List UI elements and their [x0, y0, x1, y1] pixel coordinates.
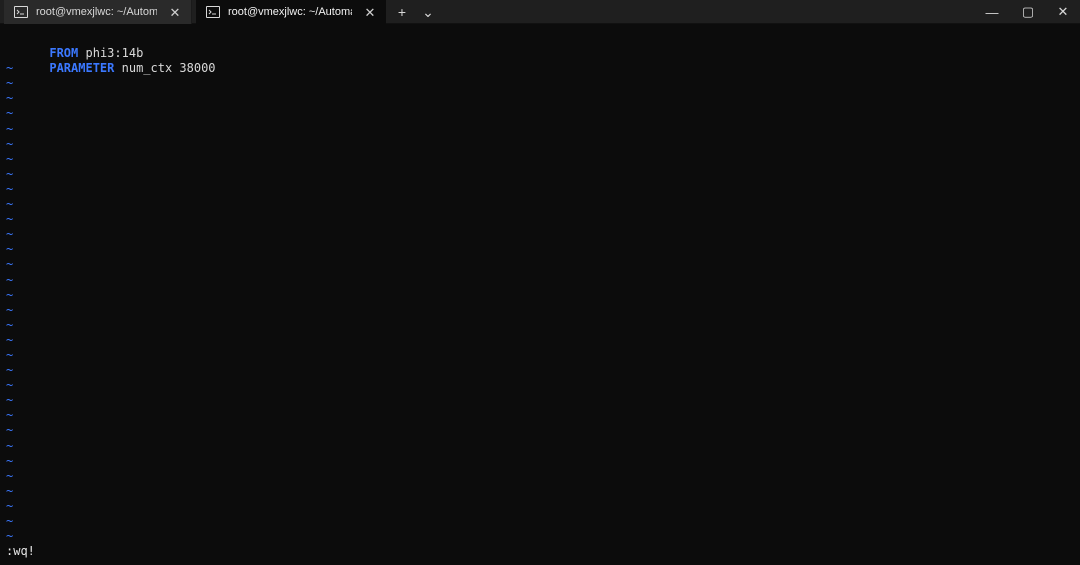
- new-tab-button[interactable]: +: [392, 2, 412, 22]
- tilde-marker: ~: [6, 483, 14, 498]
- close-window-button[interactable]: ✕: [1046, 0, 1080, 24]
- tilde-marker: ~: [6, 529, 14, 544]
- tab-1-title: root@vmexjlwc: ~/Automated: [36, 6, 157, 18]
- window-controls: — ▢ ✕: [974, 0, 1080, 24]
- editor-keyword: FROM: [49, 46, 79, 61]
- tilde-marker: ~: [6, 272, 14, 287]
- editor-text: phi3:14b: [78, 46, 144, 61]
- tilde-marker: ~: [6, 408, 14, 423]
- tilde-marker: ~: [6, 378, 14, 393]
- tilde-marker: ~: [6, 181, 14, 196]
- tilde-marker: ~: [6, 317, 14, 332]
- tilde-marker: ~: [6, 363, 14, 378]
- tab-actions: + ⌄: [392, 0, 438, 24]
- empty-line-markers: ~ ~ ~ ~ ~ ~ ~ ~ ~ ~ ~ ~ ~ ~ ~ ~ ~ ~ ~ ~ ~ ~ ~ ~ ~ ~ ~ ~ ~ ~ ~ ~: [6, 61, 1080, 544]
- tilde-marker: ~: [6, 498, 14, 513]
- tilde-marker: ~: [6, 423, 14, 438]
- tilde-marker: ~: [6, 76, 14, 91]
- tab-2[interactable]: root@vmexjlwc: ~/Automated ✕: [196, 0, 386, 24]
- editor-line: FROM phi3:14b: [6, 31, 1080, 60]
- tab-2-close-icon[interactable]: ✕: [362, 4, 378, 20]
- tilde-marker: ~: [6, 166, 14, 181]
- tilde-marker: ~: [6, 151, 14, 166]
- tilde-marker: ~: [6, 438, 14, 453]
- tab-dropdown-icon[interactable]: ⌄: [418, 2, 438, 22]
- tilde-marker: ~: [6, 453, 14, 468]
- tilde-marker: ~: [6, 302, 14, 317]
- tilde-marker: ~: [6, 91, 14, 106]
- tilde-marker: ~: [6, 332, 14, 347]
- tilde-marker: ~: [6, 287, 14, 302]
- editor-text: num_ctx 38000: [114, 61, 216, 76]
- maximize-button[interactable]: ▢: [1010, 0, 1046, 24]
- tab-1-close-icon[interactable]: ✕: [167, 4, 183, 20]
- tilde-marker: ~: [6, 393, 14, 408]
- tilde-marker: ~: [6, 106, 14, 121]
- terminal-window: root@vmexjlwc: ~/Automated ✕ root@vmexjl…: [0, 0, 1080, 565]
- editor-keyword: PARAMETER: [49, 61, 115, 76]
- tilde-marker: ~: [6, 136, 14, 151]
- editor-line: PARAMETER num_ctx 38000: [6, 46, 1080, 75]
- tilde-marker: ~: [6, 227, 14, 242]
- tilde-marker: ~: [6, 121, 14, 136]
- vim-command-line: :wq!: [6, 544, 35, 558]
- tilde-marker: ~: [6, 197, 14, 212]
- minimize-button[interactable]: —: [974, 0, 1010, 24]
- tilde-marker: ~: [6, 257, 14, 272]
- tilde-marker: ~: [6, 468, 14, 483]
- terminal-icon: [14, 6, 28, 18]
- tilde-marker: ~: [6, 212, 14, 227]
- title-bar: root@vmexjlwc: ~/Automated ✕ root@vmexjl…: [0, 0, 1080, 24]
- tilde-marker: ~: [6, 242, 14, 257]
- tab-1[interactable]: root@vmexjlwc: ~/Automated ✕: [4, 0, 192, 24]
- tab-2-title: root@vmexjlwc: ~/Automated: [228, 6, 352, 18]
- terminal-icon: [206, 6, 220, 18]
- terminal-area[interactable]: FROM phi3:14b PARAMETER num_ctx 38000 ~ ~…: [0, 24, 1080, 565]
- tilde-marker: ~: [6, 347, 14, 362]
- tilde-marker: ~: [6, 514, 14, 528]
